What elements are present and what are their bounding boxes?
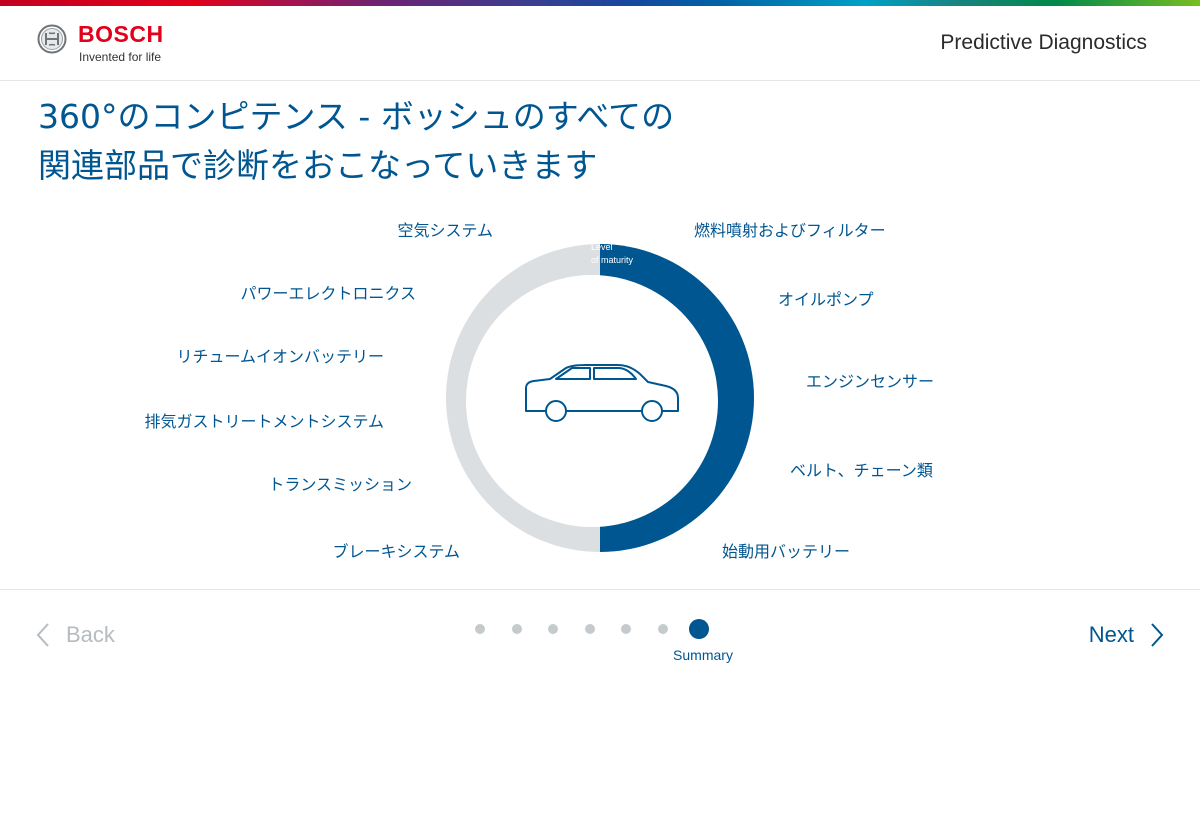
- component-label-belts-chains: ベルト、チェーン類: [790, 461, 933, 480]
- component-label-transmission: トランスミッション: [268, 475, 412, 494]
- next-label: Next: [1088, 622, 1134, 647]
- app-title: Predictive Diagnostics: [940, 31, 1147, 54]
- component-label-oil-pump: オイルポンプ: [778, 290, 874, 309]
- brand-tagline: Invented for life: [79, 50, 162, 64]
- back-label: Back: [66, 622, 115, 647]
- back-button[interactable]: Back: [36, 618, 115, 652]
- step-dot[interactable]: [657, 624, 668, 634]
- maturity-label-line-1: Level: [591, 242, 613, 252]
- maturity-label: Level of maturity: [591, 241, 671, 267]
- step-dot[interactable]: [511, 624, 522, 634]
- step-dot-active[interactable]: [689, 619, 709, 639]
- maturity-label-line-2: of maturity: [591, 255, 634, 265]
- app-header: BOSCH Invented for life Predictive Diagn…: [0, 6, 1200, 81]
- component-label-exhaust-treatment: 排気ガストリートメントシステム: [144, 412, 384, 431]
- component-label-engine-sensor: エンジンセンサー: [806, 372, 935, 391]
- step-dot[interactable]: [621, 624, 631, 634]
- step-dot[interactable]: [475, 624, 485, 634]
- chevron-left-icon: [36, 623, 49, 647]
- next-button[interactable]: Next: [1089, 618, 1164, 652]
- component-label-power-electronics: パワーエレクトロニクス: [240, 284, 416, 303]
- chevron-right-icon: [1151, 623, 1164, 647]
- current-step-label: Summary: [673, 647, 733, 663]
- footer-divider: [0, 589, 1200, 590]
- step-dot[interactable]: [584, 624, 595, 634]
- step-dot[interactable]: [548, 624, 558, 634]
- component-label-li-ion-battery: リチュームイオンバッテリー: [176, 347, 384, 366]
- page-headline: 360°のコンピテンス - ボッシュのすべての 関連部品で診断をおこなっていきま…: [38, 92, 798, 190]
- maturity-ring: [446, 244, 754, 552]
- brand-name: BOSCH: [78, 21, 164, 47]
- bosch-armature-logo-icon: [37, 24, 67, 54]
- ring-center: [466, 275, 718, 527]
- headline-line-2: 関連部品で診断をおこなっていきます: [38, 146, 598, 185]
- headline-line-1: 360°のコンピテンス - ボッシュのすべての: [38, 97, 675, 136]
